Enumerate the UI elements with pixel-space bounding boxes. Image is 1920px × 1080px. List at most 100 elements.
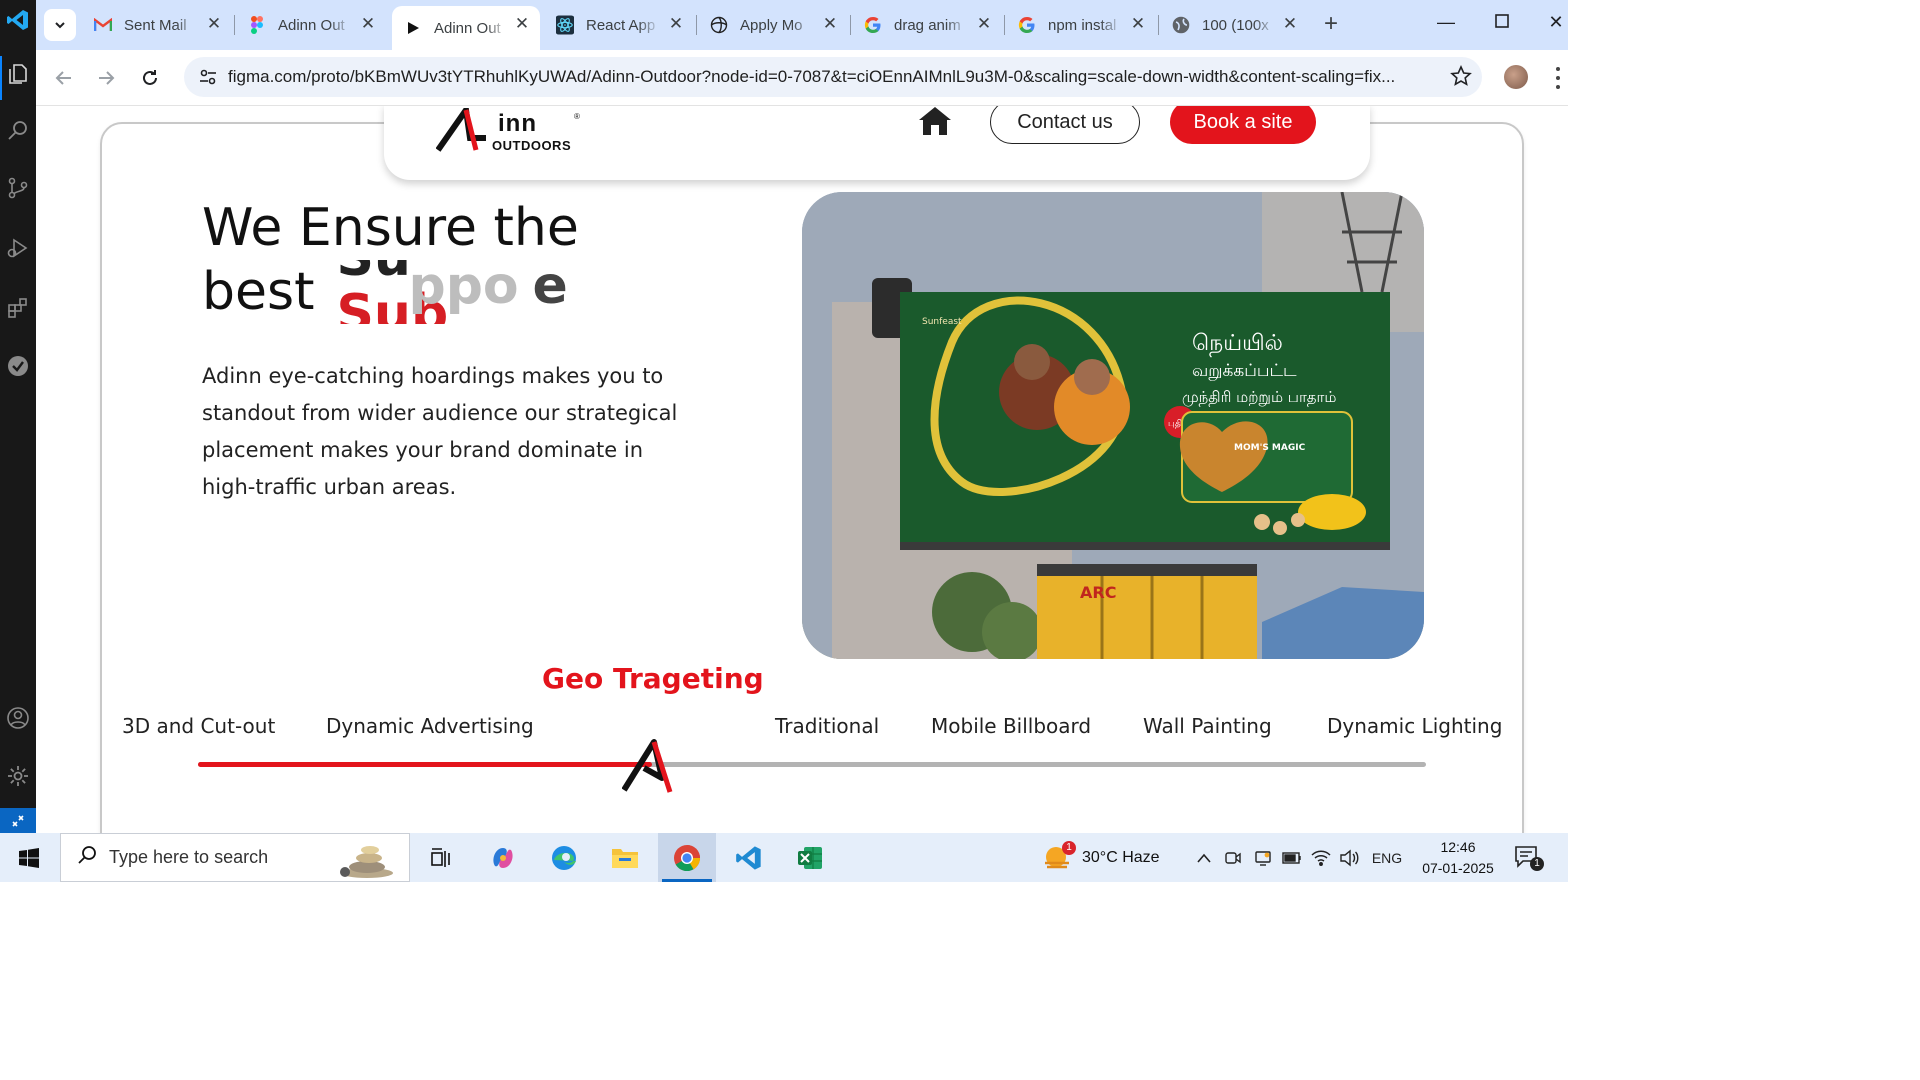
windows-start-icon[interactable] [0, 833, 58, 882]
new-tab-button[interactable]: + [1324, 12, 1338, 36]
home-icon[interactable] [918, 106, 952, 136]
slider-handle-icon[interactable] [621, 738, 682, 794]
meet-now-icon[interactable] [1222, 847, 1244, 869]
clock-date: 07-01-2025 [1422, 860, 1494, 876]
close-tab-icon[interactable]: ✕ [206, 15, 222, 32]
edge-browser-icon[interactable] [535, 833, 593, 882]
hero-heading: We Ensure the best Su Sub ppo rv,i e [202, 196, 596, 324]
explorer-icon[interactable] [6, 62, 30, 86]
google-icon [864, 16, 882, 34]
url-text: figma.com/proto/bKBmWUv3tYTRhuhlKyUWAd/A… [228, 67, 1396, 86]
site-info-icon[interactable] [188, 57, 228, 97]
search-icon[interactable] [6, 118, 30, 142]
close-tab-icon[interactable]: ✕ [668, 15, 684, 32]
category-3d-cutout[interactable]: 3D and Cut-out [122, 714, 275, 738]
close-tab-icon[interactable]: ✕ [976, 15, 992, 32]
extensions-icon[interactable] [6, 296, 30, 320]
settings-gear-icon[interactable] [6, 764, 30, 788]
tab-search-button[interactable] [44, 9, 76, 41]
battery-icon[interactable] [1281, 847, 1303, 869]
openai-icon [710, 16, 728, 34]
category-slider-fill [198, 762, 653, 767]
bookmark-star-icon[interactable] [1450, 65, 1472, 92]
category-list: 3D and Cut-out Dynamic Advertising Tradi… [122, 714, 1522, 744]
wifi-icon[interactable] [1310, 847, 1332, 869]
close-tab-icon[interactable]: ✕ [822, 15, 838, 32]
accounts-icon[interactable] [6, 706, 30, 730]
tab-divider [234, 15, 235, 35]
tab-divider [1004, 15, 1005, 35]
rotating-word-fragment: ppo [408, 260, 519, 316]
excel-icon[interactable] [781, 833, 839, 882]
google-icon [1018, 16, 1036, 34]
rotating-word-fragment: e [532, 260, 568, 316]
globe-icon [1172, 16, 1190, 34]
weather-widget[interactable]: 1 30°C Haze [1042, 833, 1160, 882]
search-icon [77, 845, 97, 870]
tab-react-app[interactable]: React App ✕ [544, 6, 694, 44]
truck-brand: ARC [1080, 583, 1116, 602]
remote-indicator[interactable] [0, 808, 36, 833]
volume-icon[interactable] [1338, 847, 1360, 869]
notification-count-badge: 1 [1530, 857, 1544, 871]
language-indicator[interactable]: ENG [1372, 847, 1402, 869]
billboard-brand: Sunfeast [922, 317, 962, 327]
testing-icon[interactable] [6, 354, 30, 378]
tab-apply-more[interactable]: Apply Mo ✕ [698, 6, 848, 44]
category-mobile-billboard[interactable]: Mobile Billboard [931, 714, 1091, 738]
browser-tab-strip: Sent Mail ✕ Adinn Out ✕ Adinn Out ✕ Reac… [36, 0, 1568, 50]
category-traditional[interactable]: Traditional [775, 714, 879, 738]
copilot-icon[interactable] [474, 833, 532, 882]
tab-sent-mail[interactable]: Sent Mail ✕ [82, 6, 232, 44]
vscode-taskbar-icon[interactable] [720, 833, 778, 882]
vscode-logo-icon[interactable] [6, 8, 30, 32]
close-tab-icon[interactable]: ✕ [514, 15, 530, 32]
close-tab-icon[interactable]: ✕ [1282, 15, 1298, 32]
back-icon[interactable] [50, 64, 78, 92]
hero-heading-line2: best [202, 262, 315, 322]
billboard-pack-label: MOM'S MAGIC [1234, 443, 1306, 453]
category-slider-track[interactable] [198, 762, 1426, 767]
chrome-taskbar-icon[interactable] [658, 833, 716, 882]
close-tab-icon[interactable]: ✕ [360, 15, 376, 32]
tab-100x[interactable]: 100 (100x ✕ [1160, 6, 1308, 44]
billboard-headline: நெய்யில் [1192, 331, 1283, 357]
screen-share-icon[interactable] [1252, 847, 1274, 869]
browser-menu-icon[interactable] [1554, 64, 1562, 92]
tab-npm-install[interactable]: npm instal ✕ [1006, 6, 1156, 44]
category-dynamic-advertising[interactable]: Dynamic Advertising [326, 714, 534, 738]
file-explorer-icon[interactable] [596, 833, 654, 882]
taskbar-search-box[interactable]: Type here to search [60, 833, 410, 882]
book-a-site-button[interactable]: Book a site [1170, 106, 1316, 144]
chevron-up-icon[interactable] [1193, 847, 1215, 869]
category-dynamic-lighting[interactable]: Dynamic Lighting [1327, 714, 1502, 738]
search-highlight-pebbles-icon [340, 846, 393, 878]
forward-icon[interactable] [92, 64, 120, 92]
address-bar[interactable]: figma.com/proto/bKBmWUv3tYTRhuhlKyUWAd/A… [184, 57, 1482, 97]
tab-adinn-figma[interactable]: Adinn Out ✕ [236, 6, 386, 44]
profile-avatar[interactable] [1504, 65, 1528, 89]
close-window-icon[interactable]: ✕ [1544, 12, 1568, 33]
adinn-logo[interactable]: inn ® OUTDOORS [436, 108, 586, 160]
contact-us-button[interactable]: Contact us [990, 106, 1140, 144]
category-wall-painting[interactable]: Wall Painting [1143, 714, 1272, 738]
tab-drag-anim[interactable]: drag anim ✕ [852, 6, 1002, 44]
minimize-icon[interactable]: — [1434, 12, 1458, 33]
maximize-icon[interactable] [1490, 12, 1514, 33]
play-icon [404, 19, 422, 37]
page-viewport: inn ® OUTDOORS Contact us Book a site We… [36, 106, 1568, 833]
windows-taskbar: Type here to search 1 30°C Haze ENG 12:4… [0, 833, 1568, 882]
chevron-down-icon [55, 22, 65, 29]
task-view-icon[interactable] [412, 833, 470, 882]
reload-icon[interactable] [136, 64, 164, 92]
close-tab-icon[interactable]: ✕ [1130, 15, 1146, 32]
weather-alert-badge: 1 [1062, 840, 1076, 855]
source-control-icon[interactable] [6, 176, 30, 200]
hero-description: Adinn eye-catching hoardings makes you t… [202, 364, 678, 499]
weather-text: 30°C Haze [1082, 848, 1160, 866]
tab-adinn-prototype[interactable]: Adinn Out ✕ [392, 6, 540, 50]
remote-icon [12, 814, 24, 827]
notification-center-icon[interactable]: 1 [1514, 845, 1544, 871]
run-debug-icon[interactable] [6, 236, 30, 260]
system-clock[interactable]: 12:46 07-01-2025 [1414, 837, 1502, 879]
